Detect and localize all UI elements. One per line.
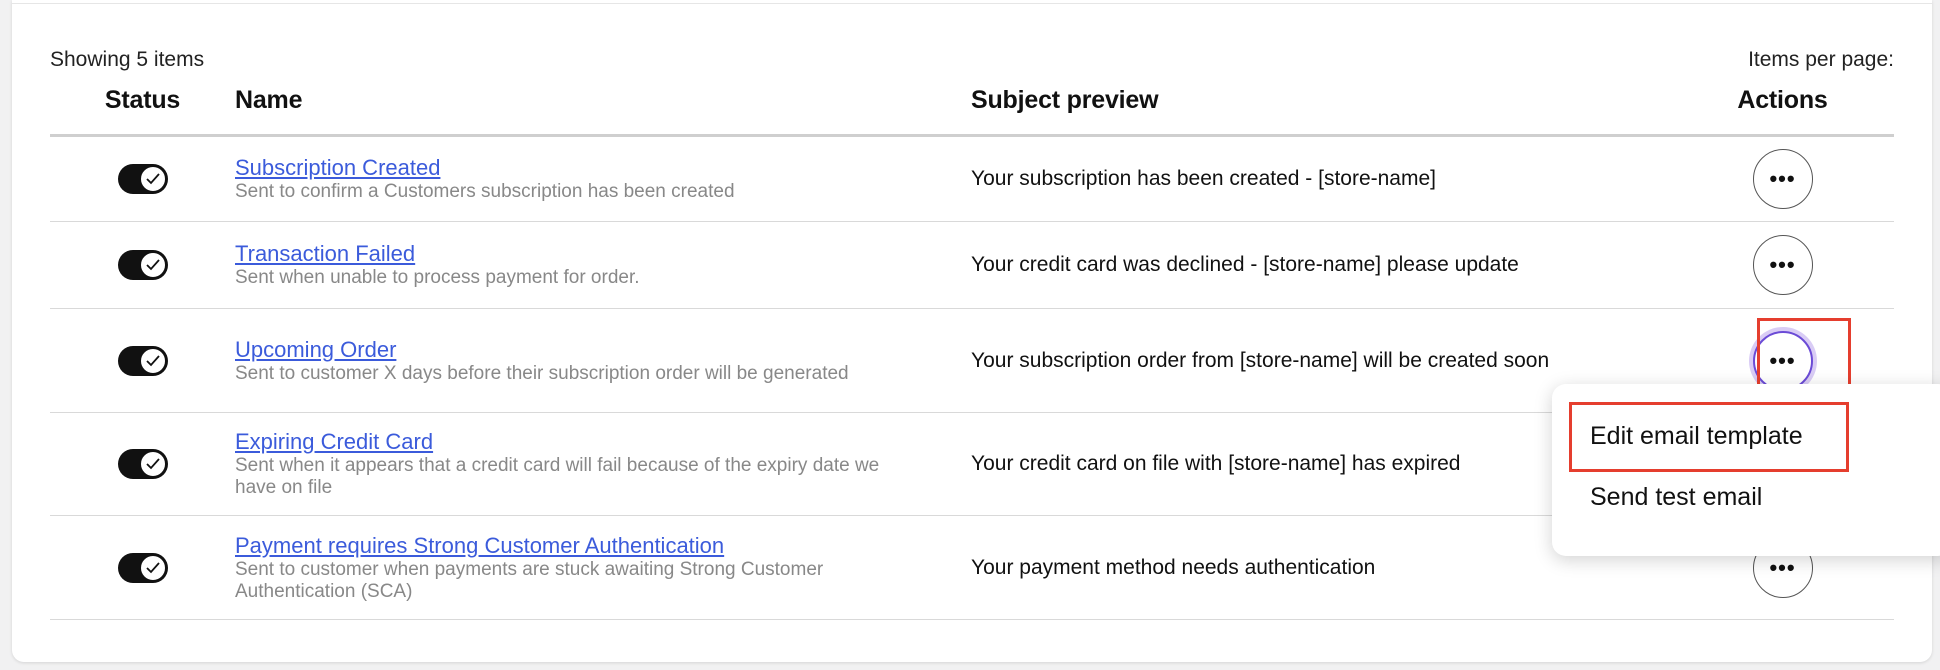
- check-icon: [145, 259, 160, 271]
- template-name-link[interactable]: Transaction Failed: [235, 241, 971, 267]
- template-name-link[interactable]: Subscription Created: [235, 155, 971, 181]
- template-name-link[interactable]: Payment requires Strong Customer Authent…: [235, 533, 971, 559]
- status-toggle[interactable]: [117, 250, 168, 280]
- status-toggle[interactable]: [117, 345, 168, 376]
- subject-preview: Your subscription order from [store-name…: [971, 348, 1550, 372]
- row-actions-button[interactable]: •••: [1752, 149, 1813, 209]
- template-description: Sent to customer X days before their sub…: [235, 362, 849, 384]
- divider: [12, 3, 1932, 4]
- template-description: Sent to confirm a Customers subscription…: [235, 181, 735, 202]
- table-row: Subscription Created Sent to confirm a C…: [50, 135, 1894, 222]
- column-header-actions: Actions: [1671, 86, 1894, 137]
- subject-preview: Your credit card was declined - [store-n…: [971, 253, 1519, 276]
- menu-item-edit-email-template[interactable]: Edit email template: [1590, 422, 1803, 451]
- row-actions-menu: Edit email template Send test email: [1552, 384, 1940, 556]
- table-row: Transaction Failed Sent when unable to p…: [50, 221, 1894, 309]
- toggle-knob: [139, 252, 166, 278]
- more-horizontal-icon: •••: [1769, 166, 1796, 191]
- table-header-row: Status Name Subject preview Actions: [50, 86, 1894, 137]
- template-name-link[interactable]: Upcoming Order: [235, 337, 971, 363]
- menu-item-send-test-email[interactable]: Send test email: [1590, 483, 1762, 512]
- subject-preview: Your payment method needs authentication: [971, 555, 1376, 579]
- toggle-knob: [139, 554, 166, 581]
- toggle-knob: [139, 166, 166, 192]
- column-header-subject: Subject preview: [971, 86, 1671, 137]
- check-icon: [145, 354, 160, 366]
- row-actions-button[interactable]: •••: [1752, 235, 1813, 295]
- check-icon: [145, 561, 160, 573]
- subject-preview: Your credit card on file with [store-nam…: [971, 452, 1461, 475]
- more-horizontal-icon: •••: [1769, 252, 1796, 277]
- toggle-knob: [139, 347, 166, 374]
- more-horizontal-icon: •••: [1769, 347, 1796, 373]
- check-icon: [145, 173, 160, 185]
- column-header-status: Status: [50, 86, 235, 137]
- more-horizontal-icon: •••: [1769, 554, 1796, 580]
- items-per-page-label: Items per page:: [1748, 48, 1894, 71]
- toggle-knob: [139, 451, 166, 477]
- template-description: Sent to customer when payments are stuck…: [235, 558, 824, 602]
- template-description: Sent when it appears that a credit card …: [235, 455, 880, 498]
- template-name-link[interactable]: Expiring Credit Card: [235, 429, 971, 455]
- status-toggle[interactable]: [117, 164, 168, 194]
- subject-preview: Your subscription has been created - [st…: [971, 167, 1436, 190]
- check-icon: [145, 458, 160, 470]
- status-toggle[interactable]: [117, 552, 168, 583]
- column-header-name: Name: [235, 86, 971, 137]
- status-toggle[interactable]: [117, 449, 168, 479]
- template-description: Sent when unable to process payment for …: [235, 267, 640, 288]
- items-count-text: Showing 5 items: [50, 48, 205, 71]
- row-actions-button-active[interactable]: •••: [1752, 330, 1813, 391]
